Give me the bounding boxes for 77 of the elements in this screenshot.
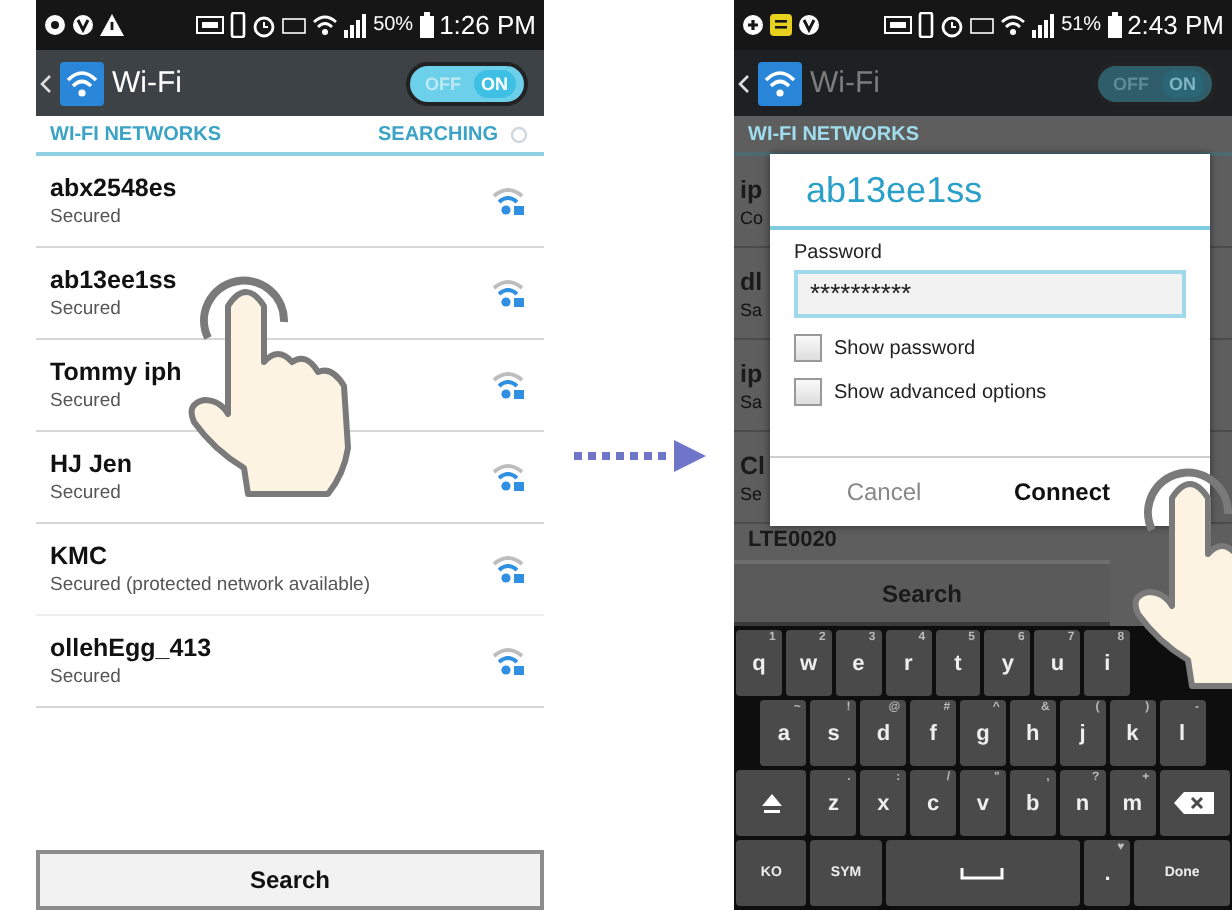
battery-level: 51% xyxy=(1061,14,1102,36)
network-name: ip xyxy=(740,359,763,387)
wifi-app-icon xyxy=(758,61,802,105)
network-item[interactable]: KMC Secured (protected network available) xyxy=(36,524,544,616)
network-name: dl xyxy=(740,267,763,295)
search-button[interactable]: Search xyxy=(36,850,544,910)
phone-icon xyxy=(229,12,246,38)
wifi-lock-icon xyxy=(492,370,524,400)
back-icon[interactable] xyxy=(40,73,52,93)
wifi-lock-icon xyxy=(492,278,524,308)
network-name: ollehEgg_413 xyxy=(50,634,214,662)
screen-title: Wi-Fi xyxy=(810,66,882,100)
network-name: Tommy iph xyxy=(50,358,184,386)
shift-key[interactable] xyxy=(736,770,807,836)
phone-icon xyxy=(917,12,934,38)
section-title: WI-FI NETWORKS xyxy=(50,123,224,145)
network-name: LTE0020 xyxy=(748,528,837,552)
clock: 1:26 PM xyxy=(439,10,536,40)
chat-icon xyxy=(770,14,792,36)
network-status: Se xyxy=(740,483,763,503)
network-status: Sa xyxy=(740,391,763,411)
nfc-icon xyxy=(883,16,912,34)
network-status: Co xyxy=(740,207,764,227)
network-name: Cl xyxy=(740,451,765,479)
network-item[interactable]: abx2548es Secured xyxy=(36,156,544,248)
dotted-arrow xyxy=(573,439,705,471)
circle-icon xyxy=(44,14,66,36)
network-status: Secured xyxy=(50,482,123,504)
wifi-lock-icon xyxy=(492,462,524,492)
network-name: abx2548es xyxy=(50,174,179,202)
space-icon xyxy=(960,867,1005,879)
password-label: Password xyxy=(794,242,884,264)
clock: 2:43 PM xyxy=(1127,10,1224,40)
battery-level: 50% xyxy=(373,14,414,36)
circle-icon xyxy=(798,14,820,36)
wifi-lock-icon xyxy=(492,646,524,676)
screen-title: Wi-Fi xyxy=(112,66,184,100)
network-status: Secured xyxy=(50,206,123,228)
search-status: SEARCHING xyxy=(377,123,498,145)
password-field[interactable]: ********** xyxy=(794,270,1186,318)
network-status: Secured xyxy=(50,666,123,688)
signal-icon xyxy=(1031,13,1056,37)
network-name: KMC xyxy=(50,542,109,570)
wifi-lock-icon xyxy=(492,186,524,216)
warning-icon xyxy=(100,14,124,36)
wifi-lock-icon xyxy=(492,554,524,584)
backspace-icon xyxy=(1174,792,1215,814)
spinner-icon xyxy=(510,125,528,143)
wifi-icon xyxy=(311,14,338,36)
checkbox[interactable] xyxy=(794,334,822,362)
plus-icon xyxy=(742,14,764,36)
battery-icon xyxy=(419,12,434,38)
section-title: WI-FI NETWORKS xyxy=(748,123,922,145)
network-name: HJ Jen xyxy=(50,450,134,478)
network-status: Secured xyxy=(50,390,123,412)
network-name: ab13ee1ss xyxy=(50,266,179,294)
network-status: Secured xyxy=(50,298,123,320)
dialog-title: ab13ee1ss xyxy=(770,154,1210,230)
wifi-icon xyxy=(999,14,1026,36)
option-label: Show password xyxy=(834,337,976,359)
cancel-button[interactable]: Cancel xyxy=(770,458,998,526)
circle-icon xyxy=(72,14,94,36)
signal-icon xyxy=(343,13,368,37)
back-icon[interactable] xyxy=(738,73,750,93)
shift-icon xyxy=(759,791,784,815)
network-name: ip xyxy=(740,175,763,203)
backspace-key[interactable] xyxy=(1159,770,1230,836)
network-item[interactable]: ollehEgg_413 Secured xyxy=(36,616,544,708)
battery-icon xyxy=(1107,12,1122,38)
network-status: Secured (protected network available) xyxy=(50,574,373,596)
alarm-icon xyxy=(939,13,964,37)
alarm-icon xyxy=(251,13,276,37)
option-label: Show advanced options xyxy=(834,381,1047,403)
wifi-app-icon xyxy=(60,61,104,105)
checkbox[interactable] xyxy=(794,378,822,406)
network-status: Sa xyxy=(740,299,763,319)
nfc-icon xyxy=(195,16,224,34)
